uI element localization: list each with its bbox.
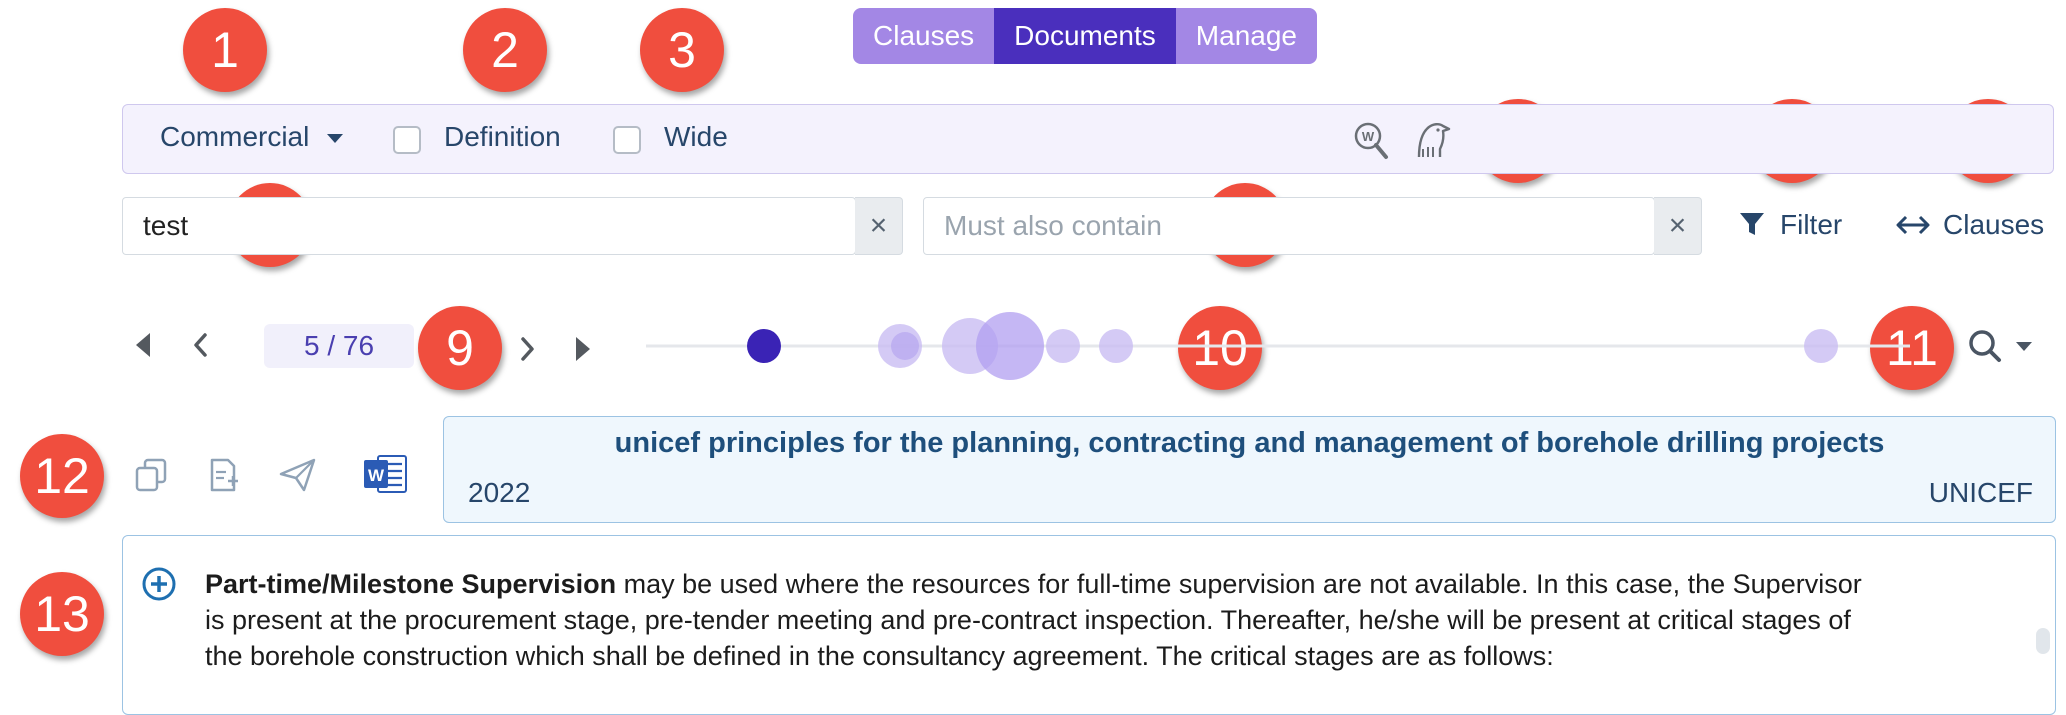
clause-line-3: the borehole construction which shall be… — [205, 638, 2005, 674]
send-icon[interactable] — [278, 456, 318, 494]
must-contain-input[interactable]: Must also contain — [923, 197, 1655, 255]
tab-clauses[interactable]: Clauses — [853, 8, 994, 64]
clause-lead: Part-time/Milestone Supervision — [205, 569, 616, 599]
tab-documents[interactable]: Documents — [994, 8, 1176, 64]
last-page-icon[interactable] — [572, 334, 594, 364]
filter-icon — [1738, 210, 1766, 238]
next-page-icon[interactable] — [516, 334, 538, 364]
clauses-toggle-label: Clauses — [1943, 209, 2044, 240]
scrollbar-thumb[interactable] — [2036, 628, 2050, 654]
hit-timeline[interactable] — [640, 296, 1920, 396]
search-mode-dropdown[interactable] — [1966, 328, 2036, 364]
clause-text: Part-time/Milestone Supervision may be u… — [205, 566, 2005, 674]
marker-2: 2 — [463, 8, 547, 92]
search-input[interactable]: test — [122, 197, 856, 255]
wide-label: Wide — [664, 121, 728, 153]
marker-12: 12 — [20, 434, 104, 518]
clauses-toggle-button[interactable]: Clauses — [1895, 209, 2044, 241]
marker-1: 1 — [183, 8, 267, 92]
dropdown-caret-icon — [327, 134, 343, 143]
marker-9: 9 — [418, 306, 502, 390]
document-year: 2022 — [468, 477, 530, 509]
marker-3: 3 — [640, 8, 724, 92]
prev-page-icon[interactable] — [190, 330, 212, 360]
hit-marker-current — [747, 329, 781, 363]
hit-marker — [1099, 329, 1133, 363]
w-search-icon[interactable]: W — [1353, 121, 1389, 161]
expand-plus-icon[interactable] — [141, 566, 177, 602]
document-organization: UNICEF — [1929, 477, 2033, 509]
copy-icon[interactable] — [133, 456, 169, 494]
definition-label: Definition — [444, 121, 561, 153]
swap-arrows-icon — [1895, 212, 1931, 238]
first-page-icon[interactable] — [132, 330, 154, 360]
clear-must-contain-button[interactable]: × — [1654, 197, 1702, 255]
dropdown-caret-icon — [2016, 342, 2032, 351]
clause-line-2: is present at the procurement stage, pre… — [205, 602, 2005, 638]
marker-13: 13 — [20, 572, 104, 656]
document-title[interactable]: unicef principles for the planning, cont… — [444, 427, 2055, 460]
tab-manage[interactable]: Manage — [1176, 8, 1317, 64]
filter-label: Filter — [1780, 209, 1842, 240]
clear-search-button[interactable]: × — [855, 197, 903, 255]
hit-marker — [1046, 329, 1080, 363]
search-icon — [1966, 328, 2006, 364]
clear-icon: × — [870, 209, 888, 242]
clear-icon: × — [1669, 209, 1687, 242]
clause-panel: Part-time/Milestone Supervision may be u… — [122, 535, 2056, 715]
hit-marker — [976, 312, 1044, 380]
category-dropdown[interactable]: Commercial — [160, 121, 343, 153]
word-icon[interactable]: W — [362, 452, 408, 496]
clause-line-1-rest: may be used where the resources for full… — [616, 569, 1862, 599]
category-label: Commercial — [160, 121, 309, 152]
definition-checkbox[interactable] — [393, 126, 421, 154]
hit-marker — [891, 332, 919, 360]
search-options-bar: Commercial Definition Wide W — [122, 104, 2054, 174]
hit-marker — [1804, 329, 1838, 363]
eagle-icon[interactable] — [1413, 119, 1453, 161]
clause-line-1: Part-time/Milestone Supervision may be u… — [205, 566, 2005, 602]
svg-text:W: W — [1362, 129, 1375, 144]
add-note-icon[interactable] — [206, 456, 242, 494]
page-indicator: 5 / 76 — [264, 324, 414, 368]
filter-button[interactable]: Filter — [1738, 209, 1842, 241]
wide-checkbox[interactable] — [613, 126, 641, 154]
view-tabs: Clauses Documents Manage — [853, 8, 1317, 64]
document-header[interactable]: unicef principles for the planning, cont… — [443, 416, 2056, 523]
svg-text:W: W — [368, 466, 385, 485]
